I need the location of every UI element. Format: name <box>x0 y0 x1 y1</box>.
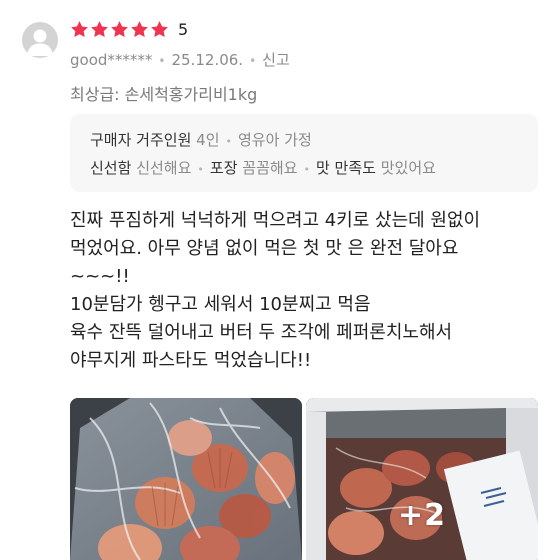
household-label: 구매자 거주인원 <box>90 131 192 149</box>
product-option: 최상급: 손세척홍가리비1kg <box>70 85 258 104</box>
separator-dot: • <box>225 135 233 148</box>
household-type: 영유아 가정 <box>238 131 312 149</box>
attribute-value-packaging: 꼼꼼해요 <box>242 159 298 177</box>
review-line: 육수 잔뜩 덜어내고 버터 두 조각에 페퍼론치노해서 <box>70 322 453 343</box>
separator-dot: • <box>303 163 310 176</box>
scallops-box-image <box>306 398 538 560</box>
review-line: 진짜 푸짐하게 넉넉하게 먹으려고 4키로 샀는데 원없이 <box>70 210 481 231</box>
review-meta: good****** • 25.12.06. • 신고 <box>70 49 290 70</box>
household-info: 구매자 거주인원 4인 • 영유아 가정 <box>90 129 312 150</box>
star-icon <box>91 21 108 38</box>
review-photo[interactable] <box>70 398 302 560</box>
report-button[interactable]: 신고 <box>262 51 290 69</box>
household-count: 4인 <box>196 131 220 149</box>
review-photo-more[interactable]: +2 <box>306 398 538 560</box>
attribute-key-freshness: 신선함 <box>90 159 132 177</box>
scallops-bag-image <box>70 398 302 560</box>
attribute-key-packaging: 포장 <box>209 159 238 177</box>
review-body: 진짜 푸짐하게 넉넉하게 먹으려고 4키로 샀는데 원없이 먹었어요. 아무 양… <box>70 207 550 375</box>
star-icon <box>151 21 168 38</box>
attribute-list: 신선함 신선해요 • 포장 꼼꼼해요 • 맛 만족도 맛있어요 <box>90 157 436 178</box>
user-silhouette-icon <box>27 29 53 56</box>
review-line: ~~~!! <box>70 266 130 287</box>
attribute-key-taste: 맛 만족도 <box>315 159 376 177</box>
star-icon <box>111 21 128 38</box>
separator-dot: • <box>158 54 166 68</box>
rating-score: 5 <box>178 20 189 39</box>
attribute-value-freshness: 신선해요 <box>136 159 192 177</box>
separator-dot: • <box>197 163 204 176</box>
review-date: 25.12.06. <box>171 51 244 69</box>
author-name: good****** <box>70 51 153 69</box>
more-photos-count: +2 <box>397 498 446 533</box>
avatar <box>22 22 58 58</box>
star-icon <box>131 21 148 38</box>
separator-dot: • <box>249 54 257 68</box>
review-line: 야무지게 파스타도 먹었습니다!! <box>70 350 312 371</box>
star-icon <box>71 21 88 38</box>
review-line: 먹었어요. 아무 양념 없이 먹은 첫 맛 은 완전 달아요 <box>70 238 459 259</box>
review-line: 10분담가 헹구고 세워서 10분찌고 먹음 <box>70 294 371 315</box>
star-rating: 5 <box>70 20 188 39</box>
attribute-value-taste: 맛있어요 <box>380 159 436 177</box>
buyer-info-box: 구매자 거주인원 4인 • 영유아 가정 신선함 신선해요 • 포장 꼼꼼해요 • 맛 만족… <box>70 114 538 192</box>
